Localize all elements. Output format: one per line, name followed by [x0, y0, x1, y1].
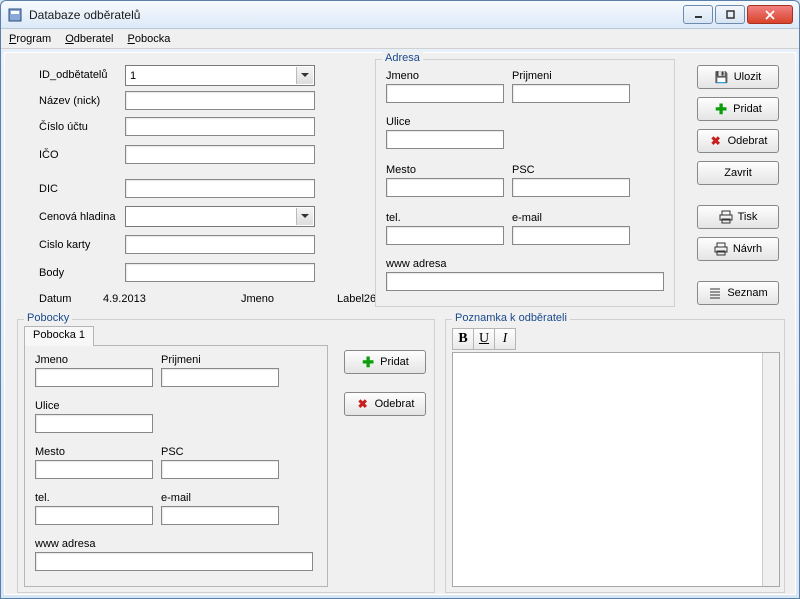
adresa-email-input[interactable] — [512, 226, 630, 245]
cislo-karty-input[interactable] — [125, 235, 315, 254]
adresa-tel-label: tel. — [386, 212, 401, 224]
body-input[interactable] — [125, 263, 315, 282]
pobocka-email-input[interactable] — [161, 506, 279, 525]
pobocka-ulice-input[interactable] — [35, 414, 153, 433]
italic-button[interactable]: I — [494, 328, 516, 350]
pobocka-prijmeni-input[interactable] — [161, 368, 279, 387]
pobocka-tel-label: tel. — [35, 492, 50, 504]
poznamka-legend: Poznamka k odběrateli — [452, 312, 570, 324]
cenova-hladina-label: Cenová hladina — [39, 211, 115, 223]
x-icon: ✖ — [709, 134, 723, 148]
plus-icon: ✚ — [714, 102, 728, 116]
app-icon — [7, 7, 23, 23]
body-label: Body — [39, 267, 64, 279]
pobocka-www-input[interactable] — [35, 552, 313, 571]
adresa-psc-label: PSC — [512, 164, 535, 176]
close-button[interactable] — [747, 5, 793, 24]
adresa-mesto-label: Mesto — [386, 164, 416, 176]
pobocka-jmeno-input[interactable] — [35, 368, 153, 387]
ico-label: IČO — [39, 149, 59, 161]
jmeno-static-label: Jmeno — [241, 293, 274, 305]
ulozit-button[interactable]: 💾 Ulozit — [697, 65, 779, 89]
adresa-jmeno-input[interactable] — [386, 84, 504, 103]
pobocka-email-label: e-mail — [161, 492, 191, 504]
list-icon — [708, 286, 722, 300]
adresa-www-label: www adresa — [386, 258, 447, 270]
adresa-group: Adresa Jmeno Prijmeni Ulice Mesto PSC te… — [375, 59, 675, 307]
adresa-psc-input[interactable] — [512, 178, 630, 197]
titlebar: Databaze odběratelů — [1, 1, 799, 29]
pobocka-ulice-label: Ulice — [35, 400, 59, 412]
pobocky-group: Pobocky Pobocka 1 Jmeno Prijmeni Ulice M… — [17, 319, 435, 593]
navrh-button[interactable]: Návrh — [697, 237, 779, 261]
format-toolbar: B U I — [452, 328, 515, 350]
content-area: ID_odbětatelů 1 Název (nick) Číslo účtu … — [4, 52, 796, 595]
adresa-email-label: e-mail — [512, 212, 542, 224]
adresa-prijmeni-label: Prijmeni — [512, 70, 552, 82]
adresa-prijmeni-input[interactable] — [512, 84, 630, 103]
menubar: Program Odberatel Pobocka — [1, 29, 799, 49]
adresa-ulice-input[interactable] — [386, 130, 504, 149]
menu-pobocka[interactable]: Pobocka — [128, 33, 171, 45]
pobocka-mesto-label: Mesto — [35, 446, 65, 458]
id-odberatelu-label: ID_odbětatelů — [39, 69, 108, 81]
datum-label: Datum — [39, 293, 71, 305]
adresa-legend: Adresa — [382, 52, 423, 64]
print-icon — [719, 210, 733, 224]
nazev-label: Název (nick) — [39, 95, 100, 107]
label26: Label26 — [337, 293, 376, 305]
print-icon — [714, 242, 728, 256]
pobocka-www-label: www adresa — [35, 538, 96, 550]
maximize-button[interactable] — [715, 5, 745, 24]
pobocka-prijmeni-label: Prijmeni — [161, 354, 201, 366]
odebrat-button[interactable]: ✖ Odebrat — [697, 129, 779, 153]
plus-icon: ✚ — [361, 355, 375, 369]
dic-input[interactable] — [125, 179, 315, 198]
pobocka-jmeno-label: Jmeno — [35, 354, 68, 366]
poznamka-textarea[interactable] — [452, 352, 780, 587]
zavrit-button[interactable]: Zavrit — [697, 161, 779, 185]
seznam-button[interactable]: Seznam — [697, 281, 779, 305]
pobocky-legend: Pobocky — [24, 312, 72, 324]
menu-odberatel[interactable]: Odberatel — [65, 33, 113, 45]
pobocka-tab-pane: Jmeno Prijmeni Ulice Mesto PSC tel. e-ma… — [24, 345, 328, 587]
adresa-www-input[interactable] — [386, 272, 664, 291]
adresa-jmeno-label: Jmeno — [386, 70, 419, 82]
pobocka-pridat-button[interactable]: ✚ Pridat — [344, 350, 426, 374]
save-icon: 💾 — [715, 70, 729, 84]
adresa-tel-input[interactable] — [386, 226, 504, 245]
cislo-uctu-label: Číslo účtu — [39, 121, 88, 133]
dic-label: DIC — [39, 183, 58, 195]
tisk-button[interactable]: Tisk — [697, 205, 779, 229]
pobocka-tel-input[interactable] — [35, 506, 153, 525]
poznamka-group: Poznamka k odběrateli B U I — [445, 319, 785, 593]
main-window: Databaze odběratelů Program Odberatel Po… — [0, 0, 800, 599]
pobocka-psc-input[interactable] — [161, 460, 279, 479]
pobocka-mesto-input[interactable] — [35, 460, 153, 479]
bold-button[interactable]: B — [452, 328, 474, 350]
nazev-input[interactable] — [125, 91, 315, 110]
pobocka-psc-label: PSC — [161, 446, 184, 458]
id-odberatelu-select[interactable]: 1 — [125, 65, 315, 86]
adresa-ulice-label: Ulice — [386, 116, 410, 128]
minimize-button[interactable] — [683, 5, 713, 24]
pridat-button[interactable]: ✚ Pridat — [697, 97, 779, 121]
cislo-karty-label: Cislo karty — [39, 239, 90, 251]
cenova-hladina-select[interactable] — [125, 206, 315, 227]
cislo-uctu-input[interactable] — [125, 117, 315, 136]
menu-program[interactable]: Program — [9, 33, 51, 45]
x-icon: ✖ — [356, 397, 370, 411]
ico-input[interactable] — [125, 145, 315, 164]
underline-button[interactable]: U — [473, 328, 495, 350]
pobocka-tab-1[interactable]: Pobocka 1 — [24, 326, 94, 346]
adresa-mesto-input[interactable] — [386, 178, 504, 197]
pobocka-odebrat-button[interactable]: ✖ Odebrat — [344, 392, 426, 416]
datum-value: 4.9.2013 — [103, 293, 146, 305]
window-title: Databaze odběratelů — [29, 8, 681, 22]
